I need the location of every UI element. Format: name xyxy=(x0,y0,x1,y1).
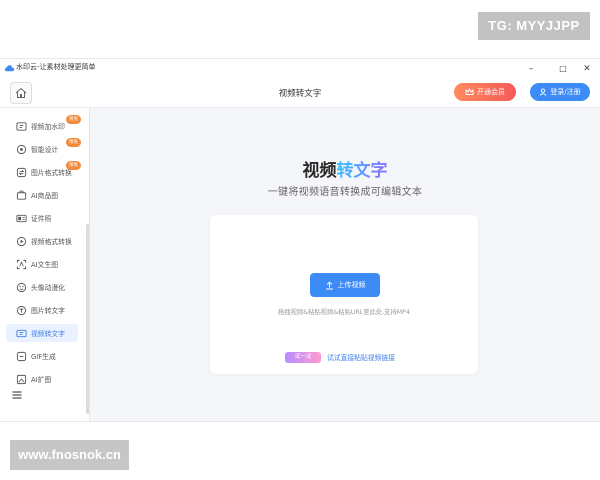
sidebar-item-label: AI文生图 xyxy=(31,261,59,269)
avatar-anime-icon xyxy=(16,282,27,292)
sidebar-item-text-to-image[interactable]: AI文生图 xyxy=(6,255,78,273)
try-row: 试一试 试试直接粘贴视频链接 xyxy=(285,351,395,363)
minimize-button[interactable]: – xyxy=(522,61,540,77)
ai-expand-icon xyxy=(16,374,27,384)
sidebar-item-label: 视频转文字 xyxy=(31,330,65,338)
sidebar-item-video-convert[interactable]: 视频格式转换 xyxy=(6,232,78,250)
gif-icon xyxy=(16,351,27,361)
sidebar-item-image-to-text[interactable]: 图片转文字 xyxy=(6,301,78,319)
site-watermark: www.fnosnok.cn xyxy=(10,440,129,470)
app-logo-icon xyxy=(4,65,15,72)
upload-card[interactable]: 上传视频 拖拽视频&粘贴视频&粘贴URL至此处,支持MP4 试一试 试试直接粘贴… xyxy=(210,215,478,374)
crown-icon xyxy=(465,88,474,95)
free-badge: 限免 xyxy=(66,161,81,170)
sidebar-item-label: 视频格式转换 xyxy=(31,238,72,246)
design-icon xyxy=(16,144,27,154)
sidebar-item-label: 证件照 xyxy=(31,215,52,223)
image-to-text-icon xyxy=(16,305,27,315)
sidebar-item-ai-expand[interactable]: AI扩图 xyxy=(6,370,78,388)
upload-label: 上传视频 xyxy=(337,281,366,289)
sidebar-item-label: 视频加水印 xyxy=(31,123,65,131)
hero-subtitle: 一键将视频语音转换成可编辑文本 xyxy=(267,187,423,198)
sidebar-item-label: 头像动漫化 xyxy=(31,284,65,292)
sidebar-item-label: AI扩图 xyxy=(31,376,52,384)
sidebar-item-label: 图片格式转换 xyxy=(31,169,72,177)
login-label: 登录/注册 xyxy=(550,88,581,96)
sidebar: 视频加水印 限免 智能设计 限免 图片格式转换 限免 AI商品图 证件照 视频格… xyxy=(0,108,90,421)
video-convert-icon xyxy=(16,236,27,246)
vip-button[interactable]: 开通会员 xyxy=(454,83,516,101)
close-button[interactable]: ✕ xyxy=(578,61,596,77)
upload-video-button[interactable]: 上传视频 xyxy=(310,273,380,297)
sidebar-item-id-photo[interactable]: 证件照 xyxy=(6,209,78,227)
free-badge: 限免 xyxy=(66,115,81,124)
hero-title-part2: 转文字 xyxy=(336,161,388,181)
upload-hint: 拖拽视频&粘贴视频&粘贴URL至此处,支持MP4 xyxy=(277,309,410,316)
sidebar-item-label: AI商品图 xyxy=(31,192,59,200)
sidebar-item-label: 图片转文字 xyxy=(31,307,65,315)
image-convert-icon xyxy=(16,167,27,177)
product-image-icon xyxy=(16,189,27,200)
sidebar-item-ai-product[interactable]: AI商品图 xyxy=(6,186,78,204)
video-to-text-icon xyxy=(16,329,27,337)
sidebar-scrollbar[interactable] xyxy=(86,224,89,414)
try-tag: 试一试 xyxy=(285,351,321,363)
vip-label: 开通会员 xyxy=(477,88,505,96)
sidebar-item-video-to-text[interactable]: 视频转文字 xyxy=(6,324,78,342)
title-bar: 水印云-让素材处理更简单 – □ ✕ xyxy=(0,59,600,79)
login-button[interactable]: 登录/注册 xyxy=(530,83,590,101)
hero-title: 视频转文字 xyxy=(90,156,600,181)
id-photo-icon xyxy=(16,214,27,222)
app-window: 水印云-让素材处理更简单 – □ ✕ 视频转文字 开通会员 登录/注册 视频加水… xyxy=(0,58,600,422)
app-title: 水印云-让素材处理更简单 xyxy=(16,63,96,71)
tg-badge: TG: MYYJJPP xyxy=(478,12,590,40)
sidebar-item-label: GIF生成 xyxy=(31,353,56,361)
sidebar-item-avatar-anime[interactable]: 头像动漫化 xyxy=(6,278,78,296)
sidebar-item-gif[interactable]: GIF生成 xyxy=(6,347,78,365)
hero-title-part1: 视频 xyxy=(302,161,337,181)
paste-link-button[interactable]: 试试直接粘贴视频链接 xyxy=(327,352,395,362)
video-watermark-icon xyxy=(16,121,27,131)
free-badge: 限免 xyxy=(66,138,81,147)
main-content: 视频转文字 一键将视频语音转换成可编辑文本 上传视频 拖拽视频&粘贴视频&粘贴U… xyxy=(90,108,600,421)
menu-icon[interactable] xyxy=(10,388,24,402)
text-to-image-icon xyxy=(16,259,27,269)
sidebar-item-label: 智能设计 xyxy=(31,146,59,154)
maximize-button[interactable]: □ xyxy=(554,61,572,77)
upload-icon xyxy=(325,281,333,289)
user-icon xyxy=(539,88,547,96)
app-header: 视频转文字 开通会员 登录/注册 xyxy=(0,79,600,108)
